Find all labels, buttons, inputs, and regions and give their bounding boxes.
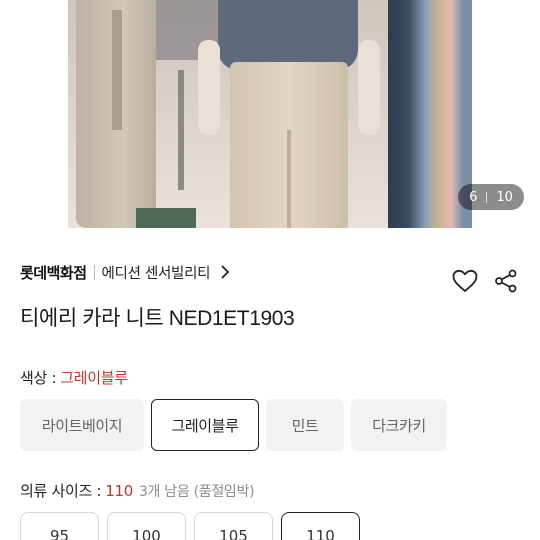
share-icon	[495, 269, 517, 293]
store-name[interactable]: 롯데백화점	[20, 262, 87, 283]
color-chip-mint[interactable]: 민트	[266, 399, 344, 451]
photo-box	[136, 208, 196, 228]
heart-icon	[452, 269, 478, 292]
share-button[interactable]	[492, 267, 520, 295]
gallery-page-divider	[486, 191, 488, 203]
size-chip-100[interactable]: 100	[107, 512, 186, 540]
brand-divider	[93, 264, 95, 280]
shop-name[interactable]: 에디션 센서빌리티	[102, 262, 211, 283]
size-chip-110[interactable]: 110	[281, 512, 360, 540]
photo-coat-lapel	[112, 10, 122, 130]
photo-mannequin-arm	[198, 40, 220, 135]
photo-mannequin-top	[218, 0, 358, 70]
size-chip-95[interactable]: 95	[20, 512, 99, 540]
product-title: 티에리 카라 니트 NED1ET1903	[20, 307, 295, 330]
product-image-gallery[interactable]: 6 10	[0, 0, 540, 228]
chevron-right-icon[interactable]	[220, 265, 232, 279]
size-options: 95 100 105 110	[20, 512, 360, 540]
size-label-text: 의류 사이즈 :	[20, 482, 102, 500]
color-chip-dark-khaki[interactable]: 다크카키	[351, 399, 447, 451]
selected-size: 110	[105, 482, 133, 500]
stock-note: 3개 남음 (품절임박)	[138, 484, 255, 500]
color-label-text: 색상 :	[20, 369, 57, 387]
color-option-label: 색상 : 그레이블루	[20, 367, 128, 388]
photo-pants-gap	[287, 130, 291, 228]
wishlist-button[interactable]	[451, 267, 479, 295]
size-option-label: 의류 사이즈 : 110 3개 남음 (품절임박)	[20, 480, 255, 501]
photo-stand	[178, 70, 184, 190]
product-photo[interactable]	[68, 0, 472, 228]
color-options: 라이트베이지 그레이블루 민트 다크카키	[20, 399, 447, 451]
gallery-page-indicator: 6 10	[458, 184, 524, 210]
color-chip-gray-blue[interactable]: 그레이블루	[151, 399, 259, 451]
size-chip-105[interactable]: 105	[194, 512, 273, 540]
color-chip-light-beige[interactable]: 라이트베이지	[20, 399, 144, 451]
brand-row[interactable]: 롯데백화점 에디션 센서빌리티	[20, 258, 232, 286]
gallery-total-pages: 10	[496, 189, 513, 205]
photo-mannequin-arm	[358, 40, 380, 135]
selected-color: 그레이블루	[60, 369, 128, 387]
gallery-current-page: 6	[469, 189, 478, 205]
